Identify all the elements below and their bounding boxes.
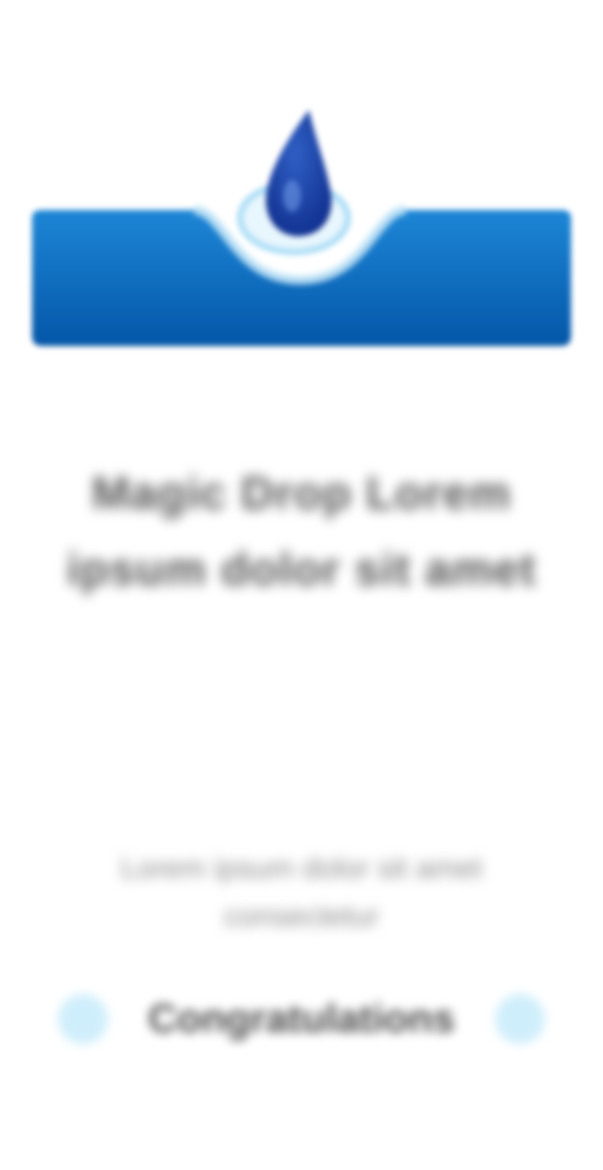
sparkle-dot-icon bbox=[58, 994, 108, 1044]
brand-logo bbox=[24, 100, 579, 360]
badge-label: Congratulations bbox=[148, 997, 455, 1041]
sparkle-dot-icon bbox=[495, 994, 545, 1044]
droplet-shape bbox=[265, 110, 332, 237]
droplet-shine bbox=[283, 180, 301, 212]
headline-text: Magic Drop Lorem ipsum dolor sit amet bbox=[66, 467, 537, 595]
subtext: Lorem ipsum dolor sit amet consectetur bbox=[120, 852, 483, 933]
wave-droplet-logo-icon bbox=[32, 110, 571, 346]
congratulations-badge: Congratulations bbox=[58, 990, 545, 1048]
